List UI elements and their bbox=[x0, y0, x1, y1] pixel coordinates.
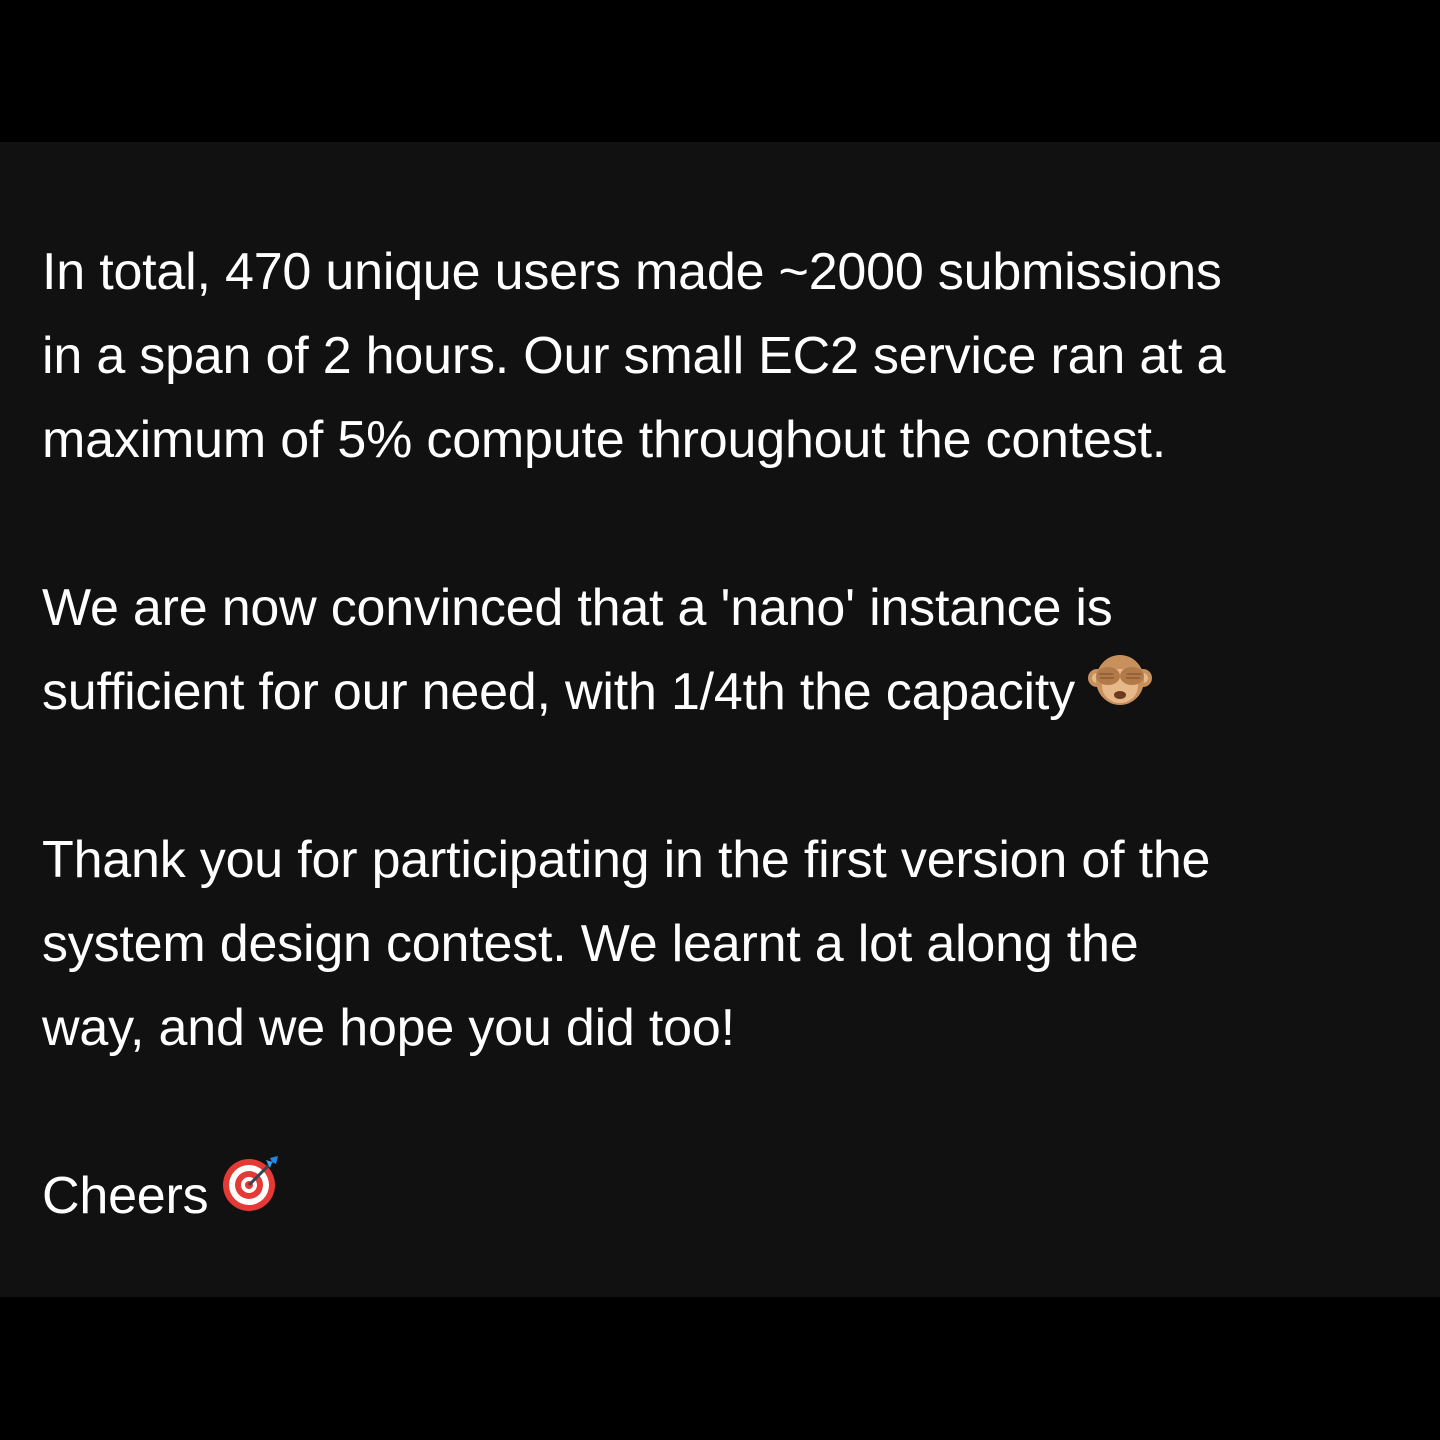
paragraph-stats-line-3: maximum of 5% compute throughout the con… bbox=[42, 411, 1167, 469]
message-panel: In total, 470 unique users made ~2000 su… bbox=[0, 142, 1440, 1297]
paragraph-instance: We are now convinced that a 'nano' insta… bbox=[42, 566, 1402, 737]
direct-hit-target-icon bbox=[220, 1152, 282, 1239]
signoff-text: Cheers bbox=[42, 1167, 209, 1225]
paragraph-instance-line-1: We are now convinced that a 'nano' insta… bbox=[42, 579, 1113, 637]
signoff-line: Cheers bbox=[42, 1154, 1402, 1243]
paragraph-thanks: Thank you for participating in the first… bbox=[42, 818, 1402, 1070]
paragraph-thanks-line-2: system design contest. We learnt a lot a… bbox=[42, 915, 1139, 973]
image-frame: In total, 470 unique users made ~2000 su… bbox=[0, 0, 1440, 1440]
paragraph-thanks-line-1: Thank you for participating in the first… bbox=[42, 831, 1211, 889]
signoff: Cheers bbox=[42, 1154, 1402, 1243]
paragraph-stats: In total, 470 unique users made ~2000 su… bbox=[42, 230, 1402, 482]
paragraph-instance-line-2-wrap: sufficient for our need, with 1/4th the … bbox=[42, 650, 1402, 737]
see-no-evil-monkey-icon bbox=[1087, 649, 1153, 733]
paragraph-thanks-line-3: way, and we hope you did too! bbox=[42, 999, 735, 1057]
paragraph-stats-line-2: in a span of 2 hours. Our small EC2 serv… bbox=[42, 327, 1226, 385]
paragraph-instance-line-2: sufficient for our need, with 1/4th the … bbox=[42, 663, 1075, 721]
paragraph-stats-line-1: In total, 470 unique users made ~2000 su… bbox=[42, 243, 1222, 301]
